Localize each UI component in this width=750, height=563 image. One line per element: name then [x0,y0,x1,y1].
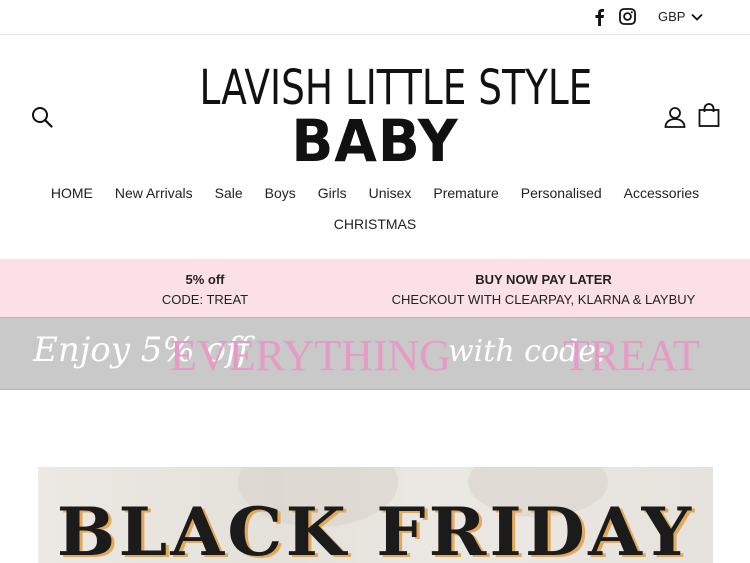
banner-code: TREAT [563,331,700,380]
nav-row: HOME New Arrivals Sale Boys Girls Unisex… [0,185,750,205]
currency-selector[interactable]: GBP [658,9,704,24]
chevron-down-icon [691,13,704,21]
nav-item-boys[interactable]: Boys [265,185,296,205]
nav-item-sale[interactable]: Sale [215,185,243,205]
promo-pay-later-sub: CHECKOUT WITH CLEARPAY, KLARNA & LAYBUY [391,292,696,307]
nav-item-premature[interactable]: Premature [433,185,498,205]
promo-bar: 5% off CODE: TREAT BUY NOW PAY LATER CHE… [0,259,750,317]
search-icon[interactable] [31,106,53,128]
main-navigation: HOME New Arrivals Sale Boys Girls Unisex… [0,185,750,236]
instagram-icon[interactable] [619,8,636,25]
top-utility-bar: GBP [0,0,750,35]
facebook-icon[interactable] [592,8,606,26]
promo-discount-title: 5% off [185,272,225,287]
currency-label: GBP [658,9,686,24]
nav-item-christmas[interactable]: CHRISTMAS [334,216,416,236]
nav-item-home[interactable]: HOME [51,185,93,205]
nav-item-girls[interactable]: Girls [318,185,347,205]
site-logo[interactable]: LAVISH LITTLE STYLE BABY [150,62,600,175]
cart-icon[interactable] [698,103,720,127]
account-icon[interactable] [664,106,686,128]
promo-pay-later-title: BUY NOW PAY LATER [475,272,612,287]
promo-discount[interactable]: 5% off CODE: TREAT [110,270,300,310]
site-header: LAVISH LITTLE STYLE BABY [0,36,750,178]
nav-item-unisex[interactable]: Unisex [369,185,412,205]
banner-everything: EVERYTHING [170,331,452,380]
promo-discount-code: CODE: TREAT [161,292,249,307]
hero-banner[interactable]: BLACK FRIDAY [38,467,713,563]
nav-row-2: CHRISTMAS [0,216,750,236]
nav-item-new-arrivals[interactable]: New Arrivals [115,185,193,205]
nav-item-accessories[interactable]: Accessories [624,185,699,205]
hero-title: BLACK FRIDAY [56,493,695,563]
discount-banner[interactable]: Enjoy 5% off EVERYTHING with code: TREAT [0,317,750,390]
nav-item-personalised[interactable]: Personalised [521,185,602,205]
promo-pay-later[interactable]: BUY NOW PAY LATER CHECKOUT WITH CLEARPAY… [370,270,717,310]
logo-line-2: BABY [291,107,459,175]
